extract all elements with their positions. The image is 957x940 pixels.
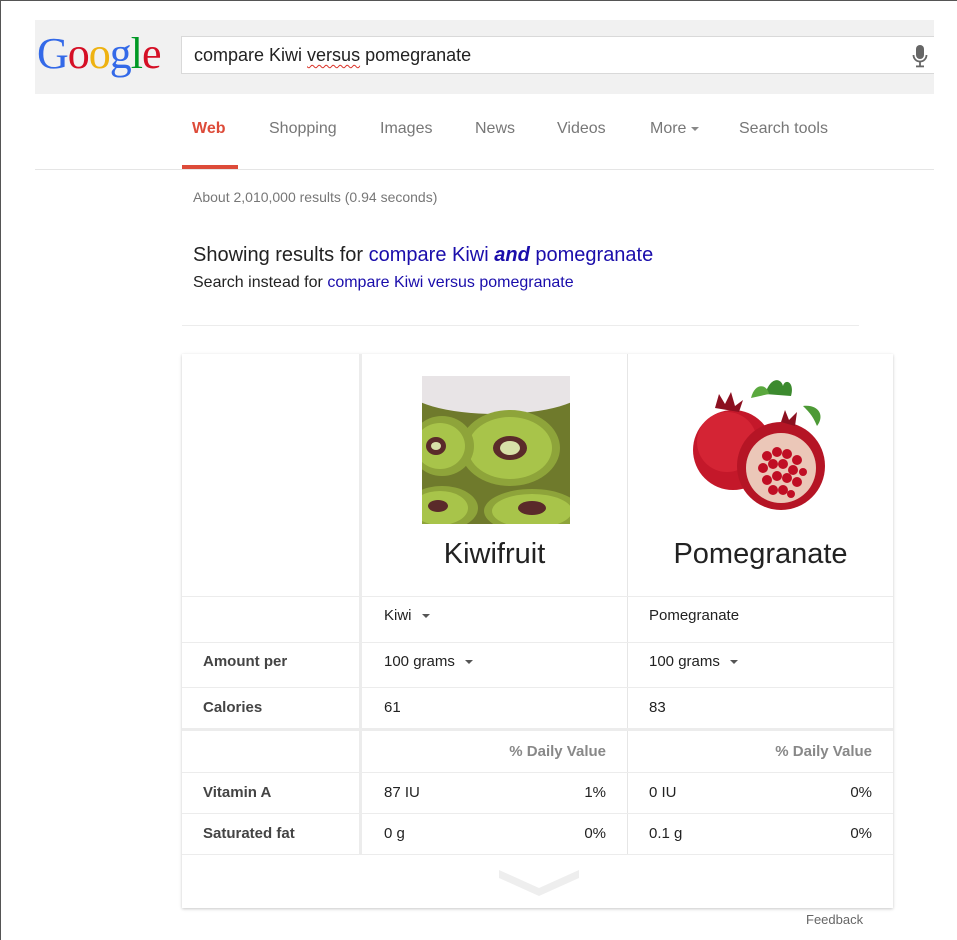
variety-value: Pomegranate [649, 607, 740, 624]
logo-letter: l [130, 29, 143, 78]
expand-chevron-icon[interactable] [497, 866, 581, 896]
calories-value: 83 [649, 699, 666, 716]
google-logo[interactable]: Google [37, 29, 162, 78]
saturated-fat-value: 0 g [384, 825, 405, 842]
tab-web[interactable]: Web [192, 120, 225, 138]
tab-videos[interactable]: Videos [557, 120, 606, 138]
corrected-query-part: pomegranate [535, 244, 654, 266]
row-divider [182, 772, 893, 773]
column-divider [359, 354, 362, 854]
variety-value: Kiwi [384, 607, 412, 624]
vitamin-a-daily-value: 1% [584, 784, 606, 801]
misspelled-word: versus [307, 45, 361, 65]
results-stats: About 2,010,000 results (0.94 seconds) [193, 189, 438, 205]
amount-value: 100 grams [649, 653, 720, 670]
logo-letter: o [67, 29, 90, 78]
row-divider [182, 687, 893, 688]
search-tabs: Web Shopping Images News Videos More Sea… [35, 94, 934, 170]
row-divider [182, 813, 893, 814]
query-text: compare Kiwi [194, 45, 308, 65]
active-tab-indicator [182, 165, 238, 169]
amount-select[interactable]: 100 grams [384, 653, 473, 670]
tab-shopping[interactable]: Shopping [269, 120, 337, 138]
microphone-icon[interactable] [912, 44, 928, 68]
vitamin-a-value: 0 IU [649, 784, 677, 801]
daily-value-header: % Daily Value [775, 743, 872, 760]
chevron-down-icon [691, 126, 700, 131]
daily-value-header: % Daily Value [509, 743, 606, 760]
amount-value: 100 grams [384, 653, 455, 670]
logo-letter: e [142, 29, 162, 78]
vitamin-a-daily-value: 0% [850, 784, 872, 801]
column-divider [627, 354, 628, 854]
tab-news[interactable]: News [475, 120, 515, 138]
tab-more[interactable]: More [650, 120, 700, 138]
saturated-fat-label: Saturated fat [203, 825, 295, 842]
chevron-down-icon [464, 660, 473, 665]
logo-letter: o [88, 29, 111, 78]
logo-letter: G [37, 29, 69, 78]
saturated-fat-daily-value: 0% [850, 825, 872, 842]
original-query-line: Search instead for compare Kiwi versus p… [193, 274, 574, 292]
divider [182, 325, 859, 326]
search-input[interactable]: compare Kiwi versus pomegranate [181, 36, 934, 74]
saturated-fat-value: 0.1 g [649, 825, 683, 842]
search-query: compare Kiwi versus pomegranate [194, 45, 471, 66]
original-query-link[interactable]: compare Kiwi versus pomegranate [327, 274, 573, 291]
chevron-down-icon [729, 660, 738, 665]
instead-prefix: Search instead for [193, 274, 323, 291]
vitamin-a-label: Vitamin A [203, 784, 272, 801]
row-divider [182, 854, 893, 855]
kiwifruit-image[interactable] [422, 376, 570, 524]
nutrition-comparison-card: Kiwifruit Pomegranate Kiwi Pomegranate A… [182, 354, 893, 908]
saturated-fat-daily-value: 0% [584, 825, 606, 842]
corrected-query-link[interactable]: compare Kiwi and pomegranate [369, 244, 654, 266]
pomegranate-image[interactable] [685, 376, 833, 524]
food-name: Kiwifruit [443, 538, 546, 570]
food-name: Pomegranate [673, 538, 848, 570]
section-divider [182, 728, 893, 731]
spelling-correction: Showing results for compare Kiwi and pom… [193, 244, 653, 267]
tab-search-tools[interactable]: Search tools [739, 120, 828, 138]
feedback-link[interactable]: Feedback [806, 912, 863, 927]
amount-select[interactable]: 100 grams [649, 653, 738, 670]
correction-prefix: Showing results for [193, 244, 364, 266]
calories-label: Calories [203, 699, 263, 716]
variety-select[interactable]: Kiwi [384, 607, 430, 624]
chevron-down-icon [421, 614, 430, 619]
row-divider [182, 596, 893, 597]
logo-letter: g [109, 29, 132, 78]
row-divider [182, 642, 893, 643]
tab-more-label: More [650, 120, 687, 137]
tab-images[interactable]: Images [380, 120, 432, 138]
search-header: Google compare Kiwi versus pomegranate [35, 20, 934, 94]
amount-label: Amount per [203, 653, 288, 670]
corrected-query-emphasis: and [494, 244, 530, 266]
calories-value: 61 [384, 699, 401, 716]
query-text: pomegranate [360, 45, 472, 65]
vitamin-a-value: 87 IU [384, 784, 420, 801]
corrected-query-part: compare Kiwi [368, 244, 489, 266]
